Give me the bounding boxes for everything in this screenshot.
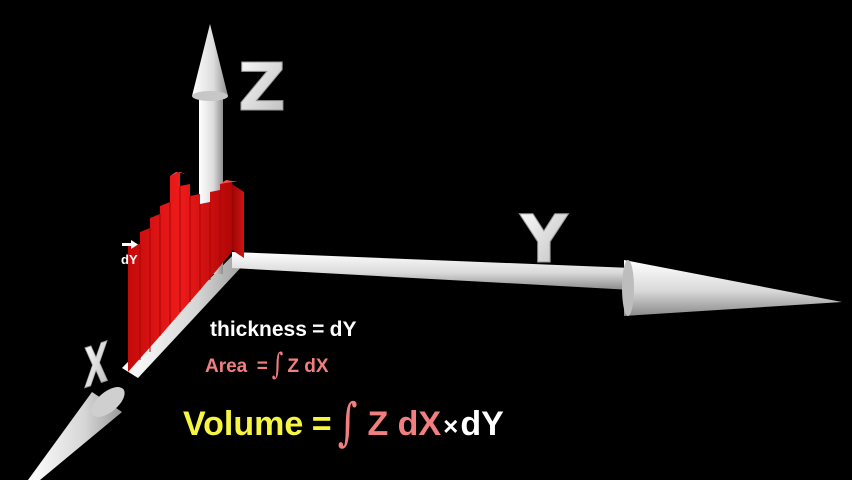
y-axis-label: Y: [519, 201, 569, 278]
y-axis-shaft: [232, 252, 632, 290]
slab-side-face: [232, 184, 244, 258]
volume-lhs: Volume: [183, 405, 304, 443]
volume-integral-sign: ∫: [337, 392, 358, 452]
area-rhs: Z dX: [287, 356, 329, 377]
volume-times: ×: [443, 411, 459, 441]
thickness-rhs: dY: [329, 318, 357, 341]
volume-integrand: Z dX: [367, 405, 442, 443]
y-axis-arrowhead: [624, 260, 842, 316]
area-integral-sign: ∫: [271, 348, 284, 383]
z-axis-arrowhead: [192, 24, 228, 96]
area-equation: Area = ∫ Z dX: [205, 350, 329, 380]
x-axis-label: X: [84, 329, 108, 401]
thickness-lhs: thickness: [210, 318, 307, 341]
thickness-equation: thickness = dY: [210, 319, 357, 340]
y-axis-arrow-base: [622, 260, 634, 316]
volume-equation: Volume = ∫ Z dX×dY: [183, 396, 504, 447]
dy-label: dY: [121, 252, 138, 267]
thickness-equals: =: [312, 318, 325, 341]
z-axis-label: Z: [238, 49, 286, 126]
volume-factor: dY: [460, 405, 504, 443]
volume-equals: =: [311, 405, 332, 443]
area-lhs: Area: [205, 356, 248, 377]
z-axis-arrow-base: [192, 91, 228, 101]
area-equals: =: [256, 356, 268, 377]
